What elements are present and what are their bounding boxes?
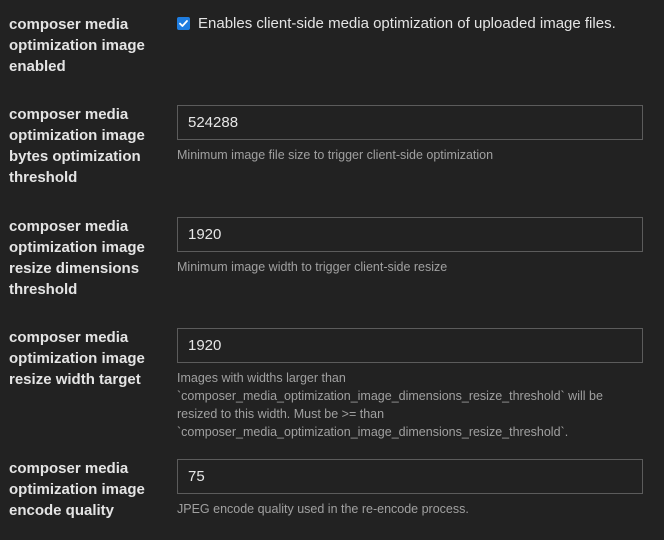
bytes-threshold-field: Minimum image file size to trigger clien… [177, 105, 647, 164]
resize-dimensions-description: Minimum image width to trigger client-si… [177, 260, 448, 274]
resize-width-field: Images with widths larger than `composer… [177, 328, 647, 441]
enabled-checkbox[interactable] [177, 17, 190, 30]
resize-dimensions-input[interactable] [177, 217, 643, 252]
setting-label-resize-width: composer media optimization image resize… [9, 329, 145, 388]
encode-quality-description: JPEG encode quality used in the re-encod… [177, 502, 469, 516]
setting-label-resize-dimensions: composer media optimization image resize… [9, 218, 145, 298]
setting-label-encode-quality: composer media optimization image encode… [9, 460, 145, 519]
resize-width-description: Images with widths larger than `composer… [177, 371, 603, 439]
checkmark-icon [179, 20, 188, 27]
resize-dimensions-field: Minimum image width to trigger client-si… [177, 217, 647, 276]
setting-label-enabled: composer media optimization image enable… [9, 16, 145, 75]
enabled-checkbox-wrapper[interactable]: Enables client-side media optimization o… [177, 15, 616, 32]
bytes-threshold-description: Minimum image file size to trigger clien… [177, 148, 494, 162]
enabled-checkbox-label: Enables client-side media optimization o… [198, 15, 616, 32]
bytes-threshold-input[interactable] [177, 105, 643, 140]
setting-label-bytes-threshold: composer media optimization image bytes … [9, 106, 145, 186]
resize-width-input[interactable] [177, 328, 643, 363]
encode-quality-input[interactable] [177, 459, 643, 494]
encode-quality-field: JPEG encode quality used in the re-encod… [177, 459, 647, 518]
